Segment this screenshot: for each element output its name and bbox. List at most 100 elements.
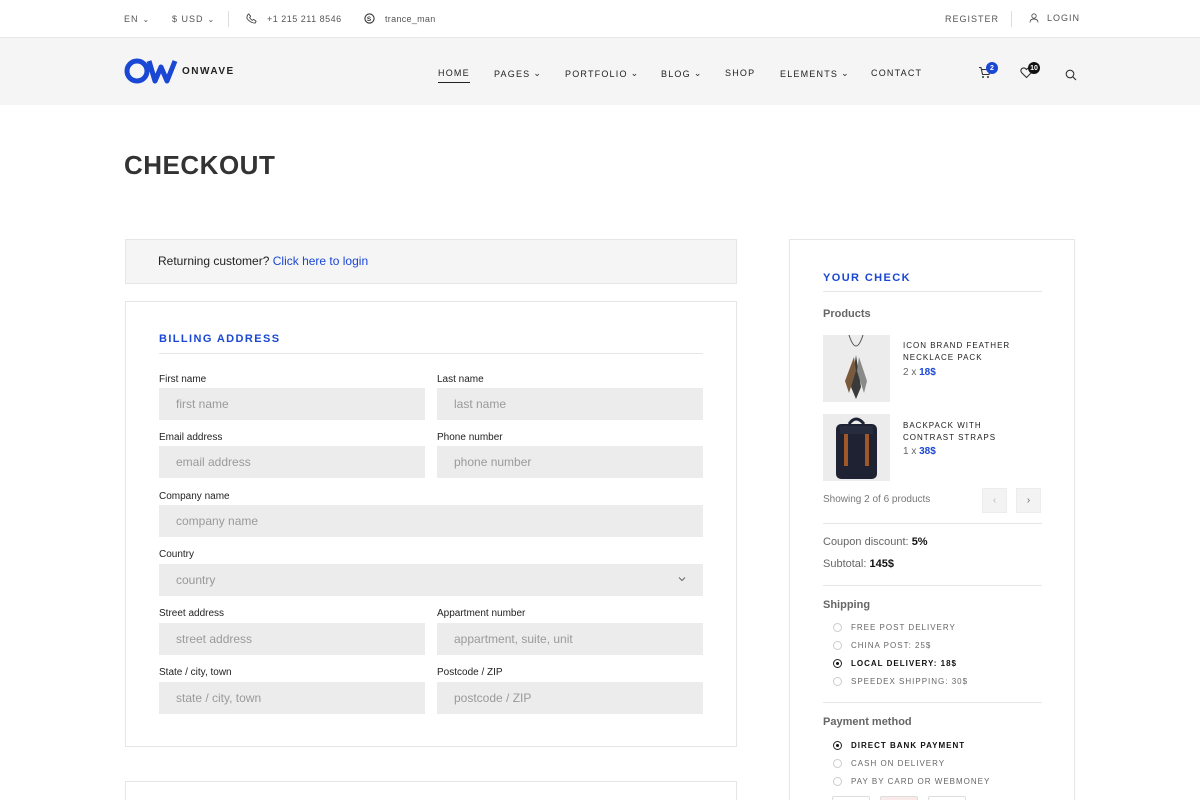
payment-option-bank[interactable]: DIRECT BANK PAYMENT <box>833 741 965 750</box>
search-button[interactable] <box>1065 68 1077 86</box>
shipping-heading: Shipping <box>823 599 871 611</box>
chevron-down-icon <box>678 577 686 582</box>
product-price: 2 x 18$ <box>903 367 936 378</box>
payment-option-card[interactable]: PAY BY CARD OR WEBMONEY <box>833 777 990 786</box>
product-name[interactable]: BACKPACK WITH CONTRAST STRAPS <box>903 420 1033 444</box>
login-link[interactable]: Click here to login <box>273 254 368 268</box>
coupon-discount: Coupon discount: 5% <box>823 536 928 548</box>
radio-icon <box>833 659 842 668</box>
login-link[interactable]: LOGIN <box>1029 13 1080 23</box>
divider <box>228 11 229 27</box>
first-name-label: First name <box>159 374 207 385</box>
payment-option-label: CASH ON DELIVERY <box>851 759 946 768</box>
shipping-option-local-delivery[interactable]: LOCAL DELIVERY: 18$ <box>833 659 957 668</box>
logo[interactable]: ONWAVE <box>124 58 235 84</box>
shipping-option-label: FREE POST DELIVERY <box>851 623 956 632</box>
order-summary-title: YOUR CHECK <box>823 272 911 284</box>
nav-home[interactable]: HOME <box>438 68 470 83</box>
language-select[interactable]: EN ⌄ <box>124 14 150 24</box>
nav-portfolio[interactable]: PORTFOLIO ⌄ <box>565 68 639 79</box>
prev-page-button[interactable]: ‹ <box>982 488 1007 513</box>
backpack-image-icon <box>823 414 890 481</box>
nav-elements-label: ELEMENTS <box>780 68 839 79</box>
login-label: LOGIN <box>1047 13 1081 23</box>
cart-count-badge: 2 <box>986 62 998 74</box>
shipping-option-free-post[interactable]: FREE POST DELIVERY <box>833 623 956 632</box>
company-field[interactable] <box>159 505 703 537</box>
phone-link[interactable]: +1 215 211 8546 <box>246 13 342 24</box>
payment-option-label: DIRECT BANK PAYMENT <box>851 741 966 750</box>
product-price: 1 x 38$ <box>903 446 936 457</box>
email-label: Email address <box>159 432 223 443</box>
order-summary-panel: YOUR CHECK Products ICON BRAND FEATHER N… <box>789 239 1075 800</box>
divider <box>823 291 1042 292</box>
nav-contact[interactable]: CONTACT <box>871 68 922 78</box>
phone-label: Phone number <box>437 432 503 443</box>
shipping-option-china-post[interactable]: CHINA POST: 25$ <box>833 641 931 650</box>
payment-option-cash[interactable]: CASH ON DELIVERY <box>833 759 945 768</box>
chevron-down-icon: ⌄ <box>533 68 543 78</box>
logo-mark-icon <box>124 58 178 84</box>
payment-logo-icon <box>832 796 870 800</box>
radio-icon <box>833 677 842 686</box>
nav-blog[interactable]: BLOG ⌄ <box>661 68 703 79</box>
nav-elements[interactable]: ELEMENTS ⌄ <box>780 68 850 79</box>
product-thumbnail[interactable] <box>823 414 890 481</box>
divider <box>159 353 703 354</box>
nav-pages-label: PAGES <box>494 68 531 79</box>
company-label: Company name <box>159 491 230 502</box>
necklace-image-icon <box>823 335 890 402</box>
chevron-down-icon: ⌄ <box>693 68 703 78</box>
apartment-field[interactable] <box>437 623 703 655</box>
city-field[interactable] <box>159 682 425 714</box>
nav-home-label: HOME <box>438 68 470 78</box>
payment-heading: Payment method <box>823 716 912 728</box>
product-price-value: 38$ <box>919 446 936 457</box>
cart-button[interactable]: 2 <box>978 62 998 84</box>
last-name-field[interactable] <box>437 388 703 420</box>
chevron-down-icon: ⌄ <box>841 68 850 78</box>
postcode-label: Postcode / ZIP <box>437 667 503 678</box>
search-icon <box>1065 69 1077 81</box>
nav-pages[interactable]: PAGES ⌄ <box>494 68 542 79</box>
apartment-label: Appartment number <box>437 608 526 619</box>
register-link[interactable]: REGISTER <box>945 14 999 24</box>
shipping-option-speedex[interactable]: SPEEDEX SHIPPING: 30$ <box>833 677 968 686</box>
wishlist-count-badge: 10 <box>1028 62 1040 74</box>
currency-select[interactable]: $ USD ⌄ <box>172 14 215 24</box>
first-name-field[interactable] <box>159 388 425 420</box>
register-label: REGISTER <box>945 14 1000 24</box>
logo-text: ONWAVE <box>182 65 235 77</box>
last-name-label: Last name <box>437 374 484 385</box>
country-select[interactable]: country <box>159 564 703 596</box>
skype-username: trance_man <box>385 13 436 24</box>
radio-icon <box>833 741 842 750</box>
payment-logo-icon <box>880 796 918 800</box>
nav-blog-label: BLOG <box>661 68 691 79</box>
language-label: EN <box>124 14 139 24</box>
shipping-option-label: LOCAL DELIVERY: 18$ <box>851 659 957 668</box>
skype-link[interactable]: S trance_man <box>364 13 436 24</box>
product-name[interactable]: ICON BRAND FEATHER NECKLACE PACK <box>903 340 1033 364</box>
currency-label: $ USD <box>172 14 204 24</box>
phone-field[interactable] <box>437 446 703 478</box>
street-field[interactable] <box>159 623 425 655</box>
wishlist-button[interactable]: 10 <box>1020 62 1040 84</box>
email-field[interactable] <box>159 446 425 478</box>
next-page-button[interactable]: › <box>1016 488 1041 513</box>
next-form-section <box>125 781 737 800</box>
coupon-value: 5% <box>911 536 928 548</box>
radio-icon <box>833 641 842 650</box>
coupon-label: Coupon discount: <box>823 536 909 548</box>
product-qty: 1 x <box>903 446 917 457</box>
street-label: Street address <box>159 608 225 619</box>
payment-option-label: PAY BY CARD OR WEBMONEY <box>851 777 991 786</box>
nav-shop[interactable]: SHOP <box>725 68 755 78</box>
postcode-field[interactable] <box>437 682 703 714</box>
products-heading: Products <box>823 308 871 320</box>
phone-icon <box>246 13 257 24</box>
page-title: CHECKOUT <box>124 150 276 180</box>
subtotal-label: Subtotal: <box>823 558 867 570</box>
product-qty: 2 x <box>903 367 917 378</box>
product-thumbnail[interactable] <box>823 335 890 402</box>
